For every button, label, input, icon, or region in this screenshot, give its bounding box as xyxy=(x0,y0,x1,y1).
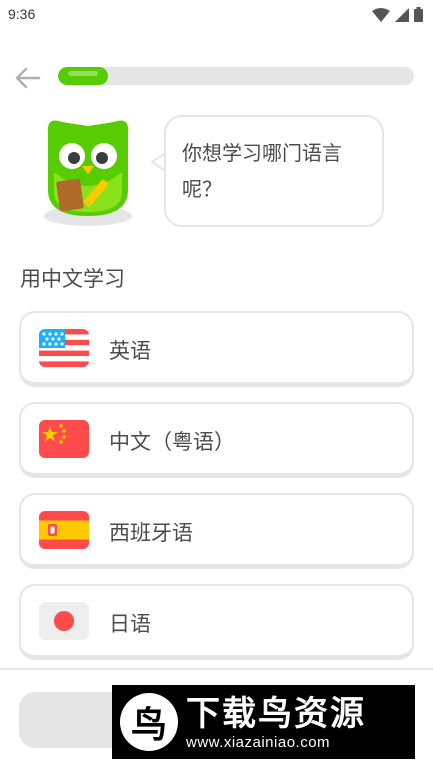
watermark-logo-icon: 鸟 xyxy=(120,693,178,751)
speech-bubble: 你想学习哪门语言呢？ xyxy=(164,115,384,227)
progress-fill xyxy=(58,67,108,85)
status-time: 9:36 xyxy=(8,6,36,22)
bottom-divider xyxy=(0,668,433,670)
japan-flag-icon xyxy=(39,602,89,640)
language-option-spanish[interactable]: 西班牙语 xyxy=(19,493,414,569)
section-label: 用中文学习 xyxy=(20,267,125,291)
watermark-text: 下载鸟资源 www.xiazainiao.com xyxy=(186,694,366,751)
language-option-english[interactable]: 英语 xyxy=(19,311,414,387)
back-button[interactable] xyxy=(12,62,44,94)
bubble-text: 你想学习哪门语言呢？ xyxy=(182,141,342,201)
spain-flag-icon xyxy=(39,511,89,549)
language-list: 英语 中文（粤语） 西班牙语 日语 xyxy=(19,311,414,675)
status-icons xyxy=(372,7,423,22)
language-label: 中文（粤语） xyxy=(109,430,235,454)
watermark-title: 下载鸟资源 xyxy=(186,693,366,734)
owl-mascot-icon xyxy=(44,120,132,226)
language-label: 英语 xyxy=(109,339,151,363)
watermark-url: www.xiazainiao.com xyxy=(186,733,331,751)
language-label: 西班牙语 xyxy=(109,521,193,545)
wifi-icon xyxy=(372,7,390,22)
progress-bar xyxy=(58,67,414,85)
watermark: 鸟 下载鸟资源 www.xiazainiao.com xyxy=(112,685,415,759)
us-flag-icon xyxy=(39,329,89,367)
signal-icon xyxy=(395,7,409,22)
top-row xyxy=(0,58,433,96)
language-option-cantonese[interactable]: 中文（粤语） xyxy=(19,402,414,478)
status-bar: 9:36 xyxy=(0,0,433,32)
language-label: 日语 xyxy=(109,612,151,636)
language-option-japanese[interactable]: 日语 xyxy=(19,584,414,660)
back-arrow-icon xyxy=(15,67,41,89)
battery-icon xyxy=(414,7,423,22)
china-flag-icon xyxy=(39,420,89,458)
